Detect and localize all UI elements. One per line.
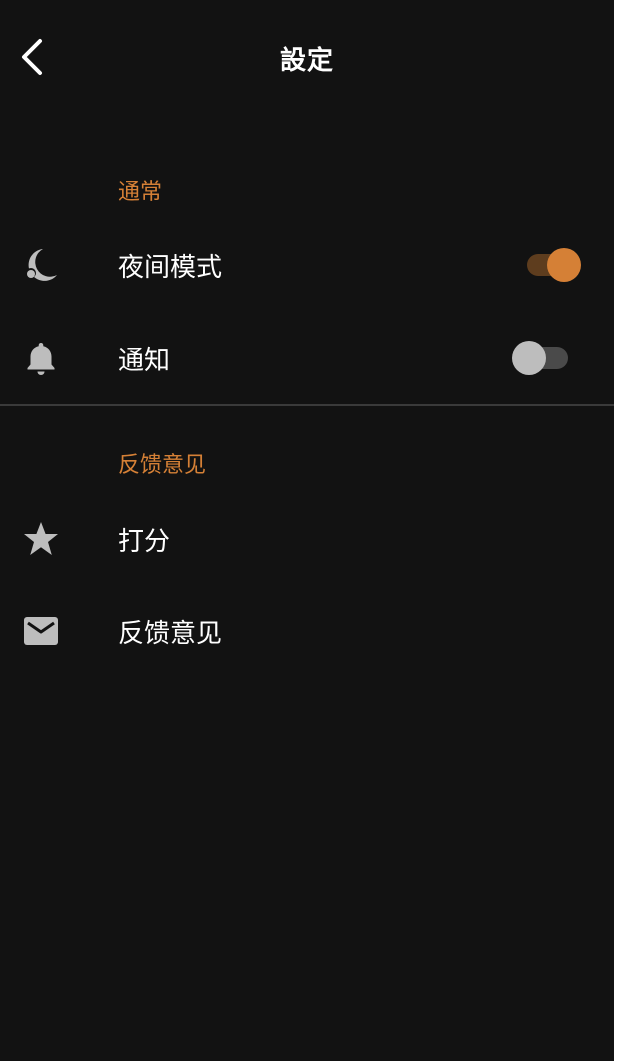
settings-item-label: 通知 (118, 345, 171, 376)
status-bar-fragment (146, 0, 170, 4)
toggle-thumb (547, 248, 581, 282)
section-header-general: 通常 (118, 180, 163, 205)
settings-item-label: 反馈意见 (118, 618, 223, 649)
mail-icon (18, 608, 64, 654)
toggle-thumb (512, 341, 546, 375)
notifications-toggle[interactable] (512, 340, 572, 376)
settings-item-rate[interactable]: 打分 (0, 504, 614, 574)
settings-item-night-mode[interactable]: 夜间模式 (0, 230, 614, 300)
section-divider (0, 404, 614, 406)
settings-screen: 設定 通常 夜间模式 通知 反馈意见 打分 反馈意见 (0, 0, 614, 1061)
moon-icon (18, 242, 64, 288)
settings-item-feedback[interactable]: 反馈意见 (0, 596, 614, 666)
star-icon (18, 516, 64, 562)
settings-item-notifications[interactable]: 通知 (0, 323, 614, 393)
settings-item-label: 夜间模式 (118, 252, 223, 283)
night-mode-toggle[interactable] (523, 247, 583, 283)
settings-item-label: 打分 (118, 526, 171, 557)
section-header-feedback: 反馈意见 (118, 453, 207, 478)
status-bar-fragment (70, 0, 94, 4)
bell-icon (18, 335, 64, 381)
window-edge (614, 0, 619, 1061)
page-title: 設定 (279, 46, 334, 76)
